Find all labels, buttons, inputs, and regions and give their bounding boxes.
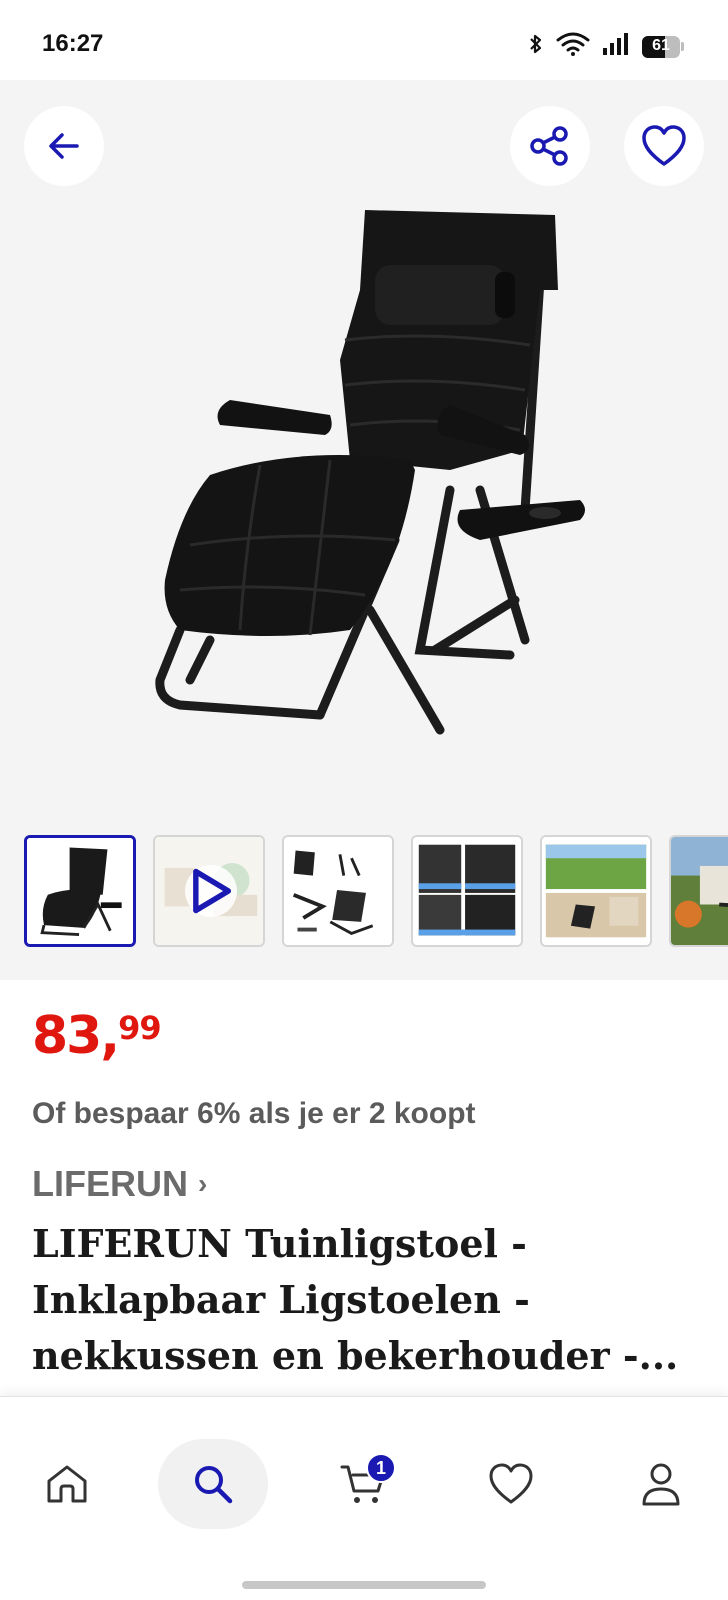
- share-button[interactable]: [510, 106, 590, 186]
- side-tray: [457, 500, 585, 540]
- thumb-video[interactable]: [153, 835, 265, 947]
- status-icons: 61: [528, 32, 684, 61]
- battery-icon: 61: [642, 35, 684, 58]
- share-icon: [530, 126, 568, 166]
- nav-wishlist[interactable]: [456, 1439, 566, 1529]
- product-title: LIFERUN Tuinligstoel - Inklapbaar Ligsto…: [32, 1221, 679, 1378]
- search-icon: [195, 1466, 233, 1504]
- nav-search[interactable]: [158, 1439, 268, 1529]
- signal-icon: [602, 32, 630, 61]
- wishlist-button[interactable]: [624, 106, 704, 186]
- price-euros: 83: [32, 1006, 102, 1066]
- play-icon: [185, 865, 237, 917]
- nav-cart[interactable]: 1: [308, 1439, 418, 1529]
- status-time: 16:27: [42, 30, 104, 57]
- bluetooth-icon: [528, 32, 544, 61]
- heart-icon: [642, 125, 686, 166]
- battery-level: 61: [652, 36, 670, 54]
- status-bar: 16:27 61: [0, 0, 728, 80]
- back-arrow-icon: [49, 133, 79, 159]
- thumb-terrace[interactable]: [669, 835, 728, 947]
- left-armrest: [217, 400, 332, 435]
- product-gallery[interactable]: [0, 80, 728, 980]
- cart-count-badge: 1: [366, 1453, 396, 1483]
- product-price: 83 , 99: [32, 1006, 162, 1066]
- bundle-offer[interactable]: Of bespaar 6% als je er 2 koopt: [32, 1097, 476, 1131]
- bottom-navigation: 1: [0, 1396, 728, 1600]
- chevron-right-icon: ›: [198, 1168, 208, 1199]
- home-icon: [47, 1465, 87, 1503]
- seat-cushion: [164, 455, 415, 636]
- nav-account[interactable]: [606, 1439, 716, 1529]
- nav-home[interactable]: [12, 1439, 122, 1529]
- home-indicator[interactable]: [242, 1581, 486, 1589]
- heart-icon: [489, 1463, 533, 1504]
- product-image[interactable]: [150, 210, 610, 750]
- wifi-icon: [556, 32, 590, 61]
- thumbnail-strip[interactable]: [24, 835, 728, 947]
- brand-name: LIFERUN: [32, 1163, 188, 1204]
- thumb-dimensions[interactable]: [282, 835, 394, 947]
- brand-link[interactable]: LIFERUN ›: [32, 1163, 207, 1205]
- thumb-garden[interactable]: [540, 835, 652, 947]
- thumb-chair[interactable]: [24, 835, 136, 947]
- neck-pillow: [375, 265, 505, 325]
- account-icon: [642, 1463, 680, 1506]
- back-button[interactable]: [24, 106, 104, 186]
- price-cents: 99: [118, 1009, 162, 1047]
- thumb-details[interactable]: [411, 835, 523, 947]
